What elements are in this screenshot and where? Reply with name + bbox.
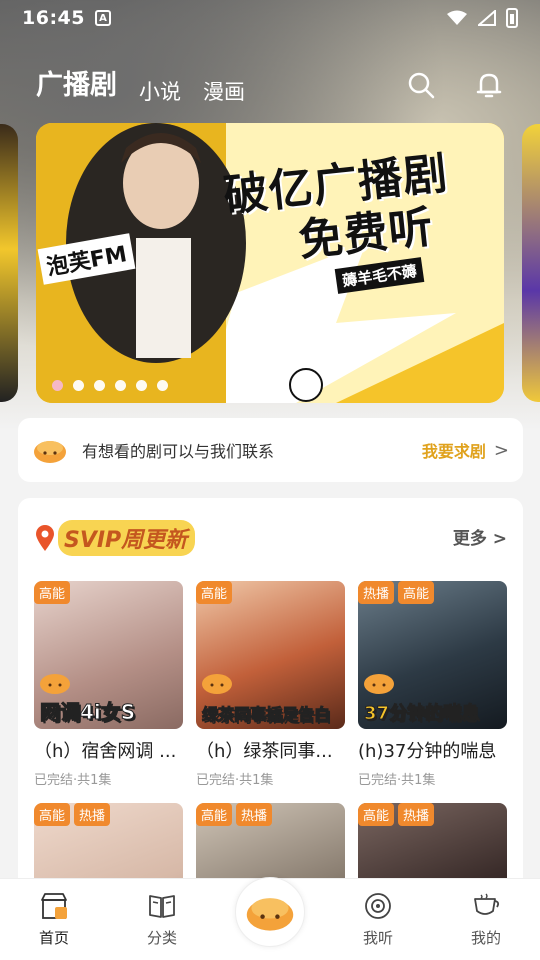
- drama-meta: 已完结·共1集: [358, 773, 436, 788]
- center-play-button[interactable]: [235, 876, 305, 947]
- section-header: SVIP周更新: [34, 520, 196, 556]
- tag-badge: 高能: [358, 803, 395, 826]
- cover-title-text: 37分钟的喘息: [363, 703, 480, 725]
- more-label: 更多: [452, 529, 487, 549]
- disc-icon: [365, 893, 391, 919]
- tag-group: 高能 热播: [358, 803, 435, 826]
- bell-icon[interactable]: [474, 70, 504, 100]
- nav-listen-label: 我听: [362, 929, 393, 947]
- status-bar: 16:45 A: [0, 0, 540, 36]
- cup-icon: [474, 893, 500, 915]
- status-time: 16:45: [22, 7, 85, 29]
- carousel-dot[interactable]: [52, 380, 63, 391]
- signal-icon: [478, 10, 496, 26]
- drama-card[interactable]: 热播 高能 37分钟的喘息 (h)37分钟的喘息 已完结·共1集: [358, 581, 507, 788]
- tag-group: 热播 高能: [358, 581, 435, 604]
- drama-card[interactable]: 高能 网调4i女S （h）宿舍网调 ... 已完结·共1集: [34, 581, 183, 788]
- tag-badge: 高能: [398, 581, 435, 604]
- location-pin-icon: [36, 525, 54, 551]
- drama-meta: 已完结·共1集: [34, 773, 112, 788]
- tag-group: 高能 热播: [34, 803, 111, 826]
- tag-group: 高能: [34, 581, 71, 604]
- chevron-right-icon: >: [493, 439, 509, 461]
- drama-cover[interactable]: 高能 网调4i女S: [34, 581, 183, 729]
- tag-badge: 热播: [236, 803, 273, 826]
- carousel-dots: [52, 380, 168, 391]
- tag-group: 高能 热播: [196, 803, 273, 826]
- status-icons: [446, 8, 518, 28]
- battery-icon: [506, 8, 518, 28]
- drama-title[interactable]: （h）绿茶同事...: [196, 737, 345, 763]
- tag-badge: 热播: [358, 581, 395, 604]
- drama-title[interactable]: (h)37分钟的喘息: [358, 737, 507, 763]
- wifi-icon: [447, 10, 467, 25]
- nav-listen[interactable]: 我听: [324, 879, 432, 960]
- bun-logo-icon: [364, 674, 394, 694]
- bottom-nav: 首页 分类 我听 我的: [0, 876, 540, 960]
- tag-badge: 高能: [196, 581, 233, 604]
- book-icon: [149, 895, 175, 918]
- top-nav: 广播剧 小说 漫画: [0, 60, 540, 116]
- banner-carousel[interactable]: 破亿广播剧 免费听 薅羊毛不薅 泡芙FM: [36, 123, 504, 403]
- top-nav-actions: [406, 70, 504, 116]
- tag-badge: 高能: [196, 803, 233, 826]
- request-text: 有想看的剧可以与我们联系: [82, 442, 275, 461]
- nav-category[interactable]: 分类: [108, 879, 216, 960]
- tab-comics[interactable]: 漫画: [203, 76, 245, 116]
- more-link[interactable]: 更多 >: [453, 524, 507, 549]
- carousel-dot[interactable]: [115, 380, 126, 391]
- home-shop-icon: [41, 893, 67, 919]
- drama-meta: 已完结·共1集: [196, 773, 274, 788]
- tag-badge: 高能: [34, 803, 71, 826]
- section-title: SVIP周更新: [58, 520, 196, 556]
- tag-badge: 热播: [398, 803, 435, 826]
- bun-logo-icon: [202, 674, 232, 694]
- carousel-dot[interactable]: [73, 380, 84, 391]
- search-icon[interactable]: [406, 70, 436, 100]
- carousel-dot[interactable]: [136, 380, 147, 391]
- banner-next-peek[interactable]: [522, 124, 540, 402]
- carousel-dot[interactable]: [157, 380, 168, 391]
- banner-prev-peek[interactable]: [0, 124, 18, 402]
- chevron-right-icon: >: [492, 529, 507, 549]
- carousel-dot[interactable]: [94, 380, 105, 391]
- request-drama-link[interactable]: 我要求剧: [422, 438, 486, 462]
- nav-home-label: 首页: [38, 929, 69, 947]
- nav-center-player[interactable]: [216, 876, 324, 960]
- svip-section: SVIP周更新 更多 > 高能 网调4i女S （h）宿舍网调 ... 已完结·共…: [18, 498, 523, 898]
- drama-cover[interactable]: 高能 绿茶同事插足告白: [196, 581, 345, 729]
- tag-group: 高能: [196, 581, 233, 604]
- bun-logo-icon: [34, 441, 66, 463]
- drama-cover[interactable]: 热播 高能 37分钟的喘息: [358, 581, 507, 729]
- drama-card[interactable]: 高能 绿茶同事插足告白 （h）绿茶同事... 已完结·共1集: [196, 581, 345, 788]
- nav-profile-label: 我的: [470, 929, 501, 947]
- cover-title-text: 网调4i女S: [39, 700, 136, 725]
- tag-badge: 高能: [34, 581, 71, 604]
- bun-logo-icon: [246, 897, 294, 931]
- request-card[interactable]: 有想看的剧可以与我们联系 我要求剧 >: [18, 418, 523, 482]
- tab-radio-drama[interactable]: 广播剧: [36, 63, 117, 116]
- nav-category-label: 分类: [146, 929, 177, 947]
- drama-title[interactable]: （h）宿舍网调 ...: [34, 737, 183, 763]
- bun-logo-icon: [40, 674, 70, 694]
- tab-novel[interactable]: 小说: [139, 76, 181, 116]
- status-indicator-icon: A: [94, 10, 111, 26]
- tag-badge: 热播: [74, 803, 111, 826]
- nav-home[interactable]: 首页: [0, 879, 108, 960]
- cover-title-text: 绿茶同事插足告白: [201, 705, 331, 725]
- nav-profile[interactable]: 我的: [432, 879, 540, 960]
